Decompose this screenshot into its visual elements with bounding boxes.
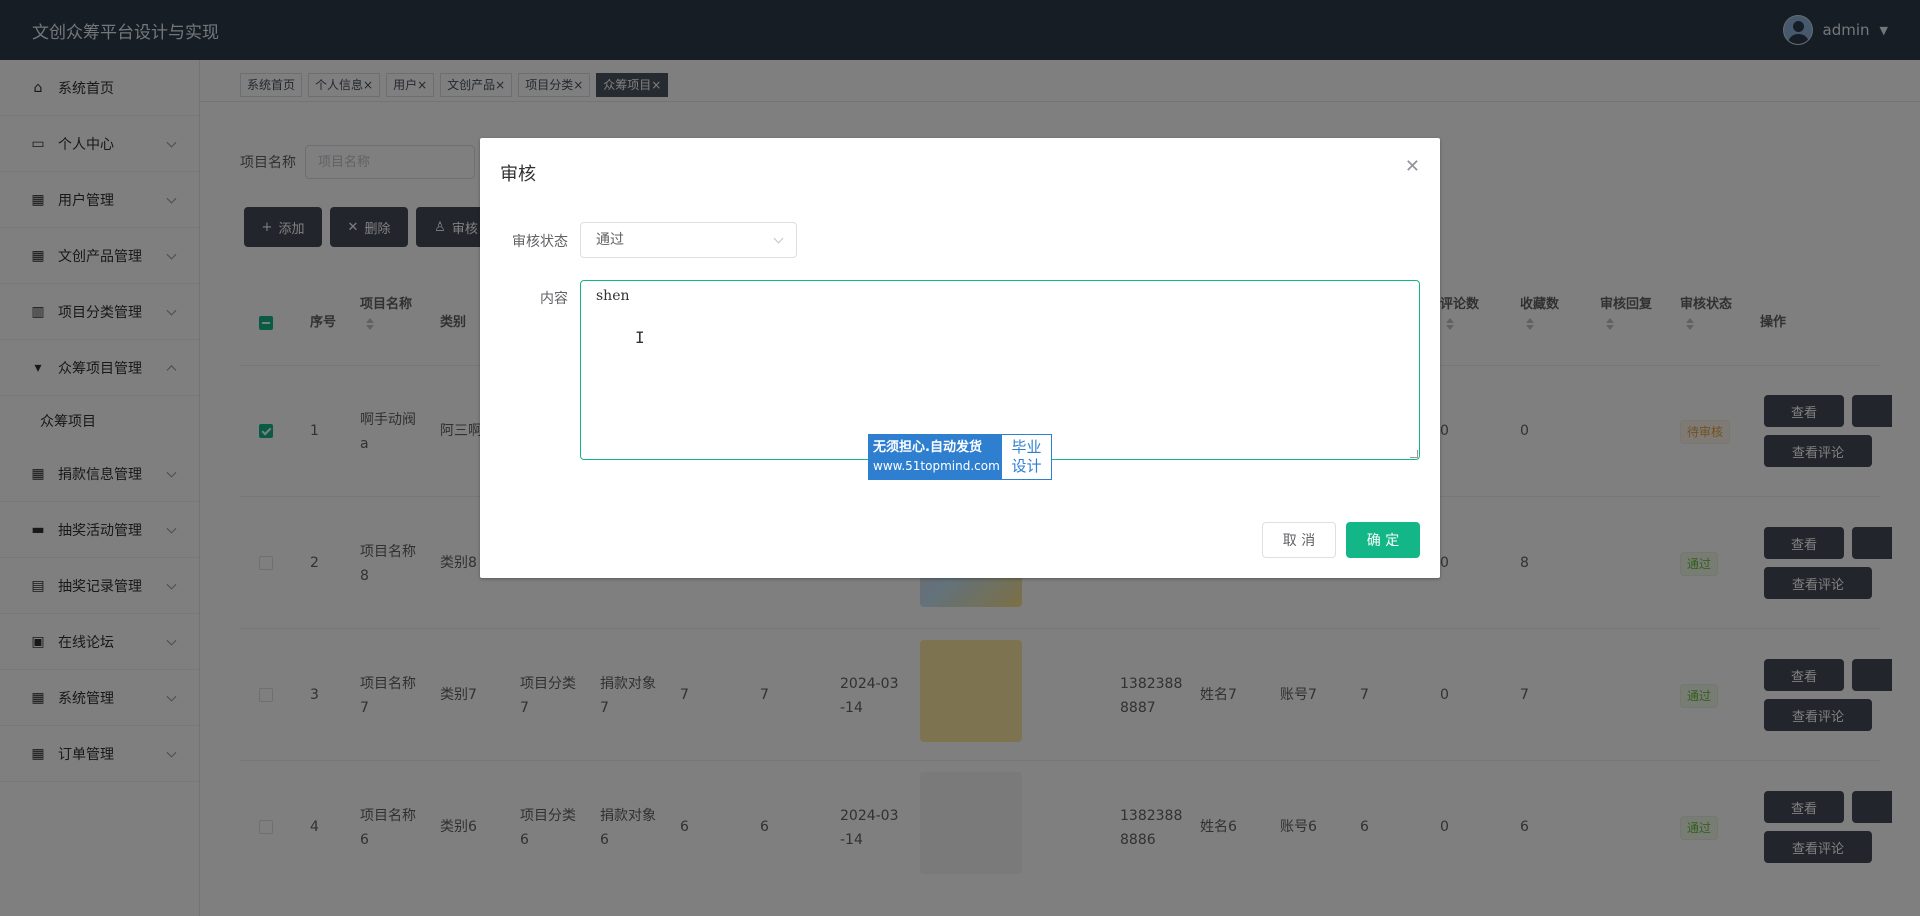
status-field-label: 审核状态 <box>512 234 568 250</box>
watermark-line1: 无须担心.自动发货 <box>873 440 982 455</box>
audit-status-select[interactable]: 通过 <box>580 222 797 258</box>
cancel-button[interactable]: 取 消 <box>1262 522 1336 558</box>
chevron-down-icon <box>773 233 784 244</box>
text-cursor-icon: I <box>635 328 645 347</box>
audit-content-textarea[interactable] <box>580 280 1420 460</box>
dialog-title: 审核 <box>500 164 536 185</box>
close-icon[interactable]: ✕ <box>1405 156 1420 177</box>
audit-dialog: 审核 ✕ 审核状态 通过 内容 取 消 确 定 <box>480 138 1440 578</box>
watermark-right1: 毕业 <box>1011 438 1042 456</box>
watermark-line2: www.51topmind.com <box>873 459 1000 473</box>
watermark-right2: 设计 <box>1011 457 1042 475</box>
confirm-button[interactable]: 确 定 <box>1346 522 1420 558</box>
resize-handle-icon[interactable] <box>1410 450 1418 458</box>
content-field-label: 内容 <box>540 291 568 307</box>
audit-status-value: 通过 <box>596 232 624 248</box>
watermark-badge: 无须担心.自动发货 www.51topmind.com 毕业 设计 <box>868 434 1052 480</box>
